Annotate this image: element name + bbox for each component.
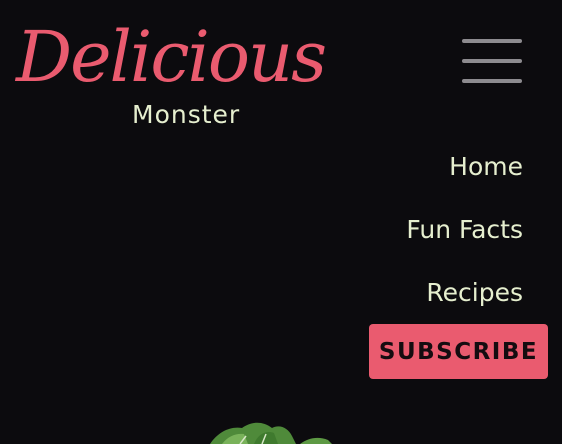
logo-title: Delicious [16,16,327,98]
site-logo[interactable]: Delicious Monster [0,0,327,140]
hamburger-menu-icon[interactable] [460,36,522,86]
logo-subtitle: Monster [132,100,241,129]
menu-bar-top [462,39,522,43]
nav-link-recipes[interactable]: Recipes [426,280,523,305]
nav-link-fun-facts[interactable]: Fun Facts [406,217,523,242]
subscribe-button[interactable]: SUBSCRIBE [369,324,548,379]
menu-bar-bottom [462,79,522,83]
monstera-leaf-image [210,422,332,444]
nav-link-home[interactable]: Home [449,154,523,179]
menu-bar-middle [462,59,522,63]
